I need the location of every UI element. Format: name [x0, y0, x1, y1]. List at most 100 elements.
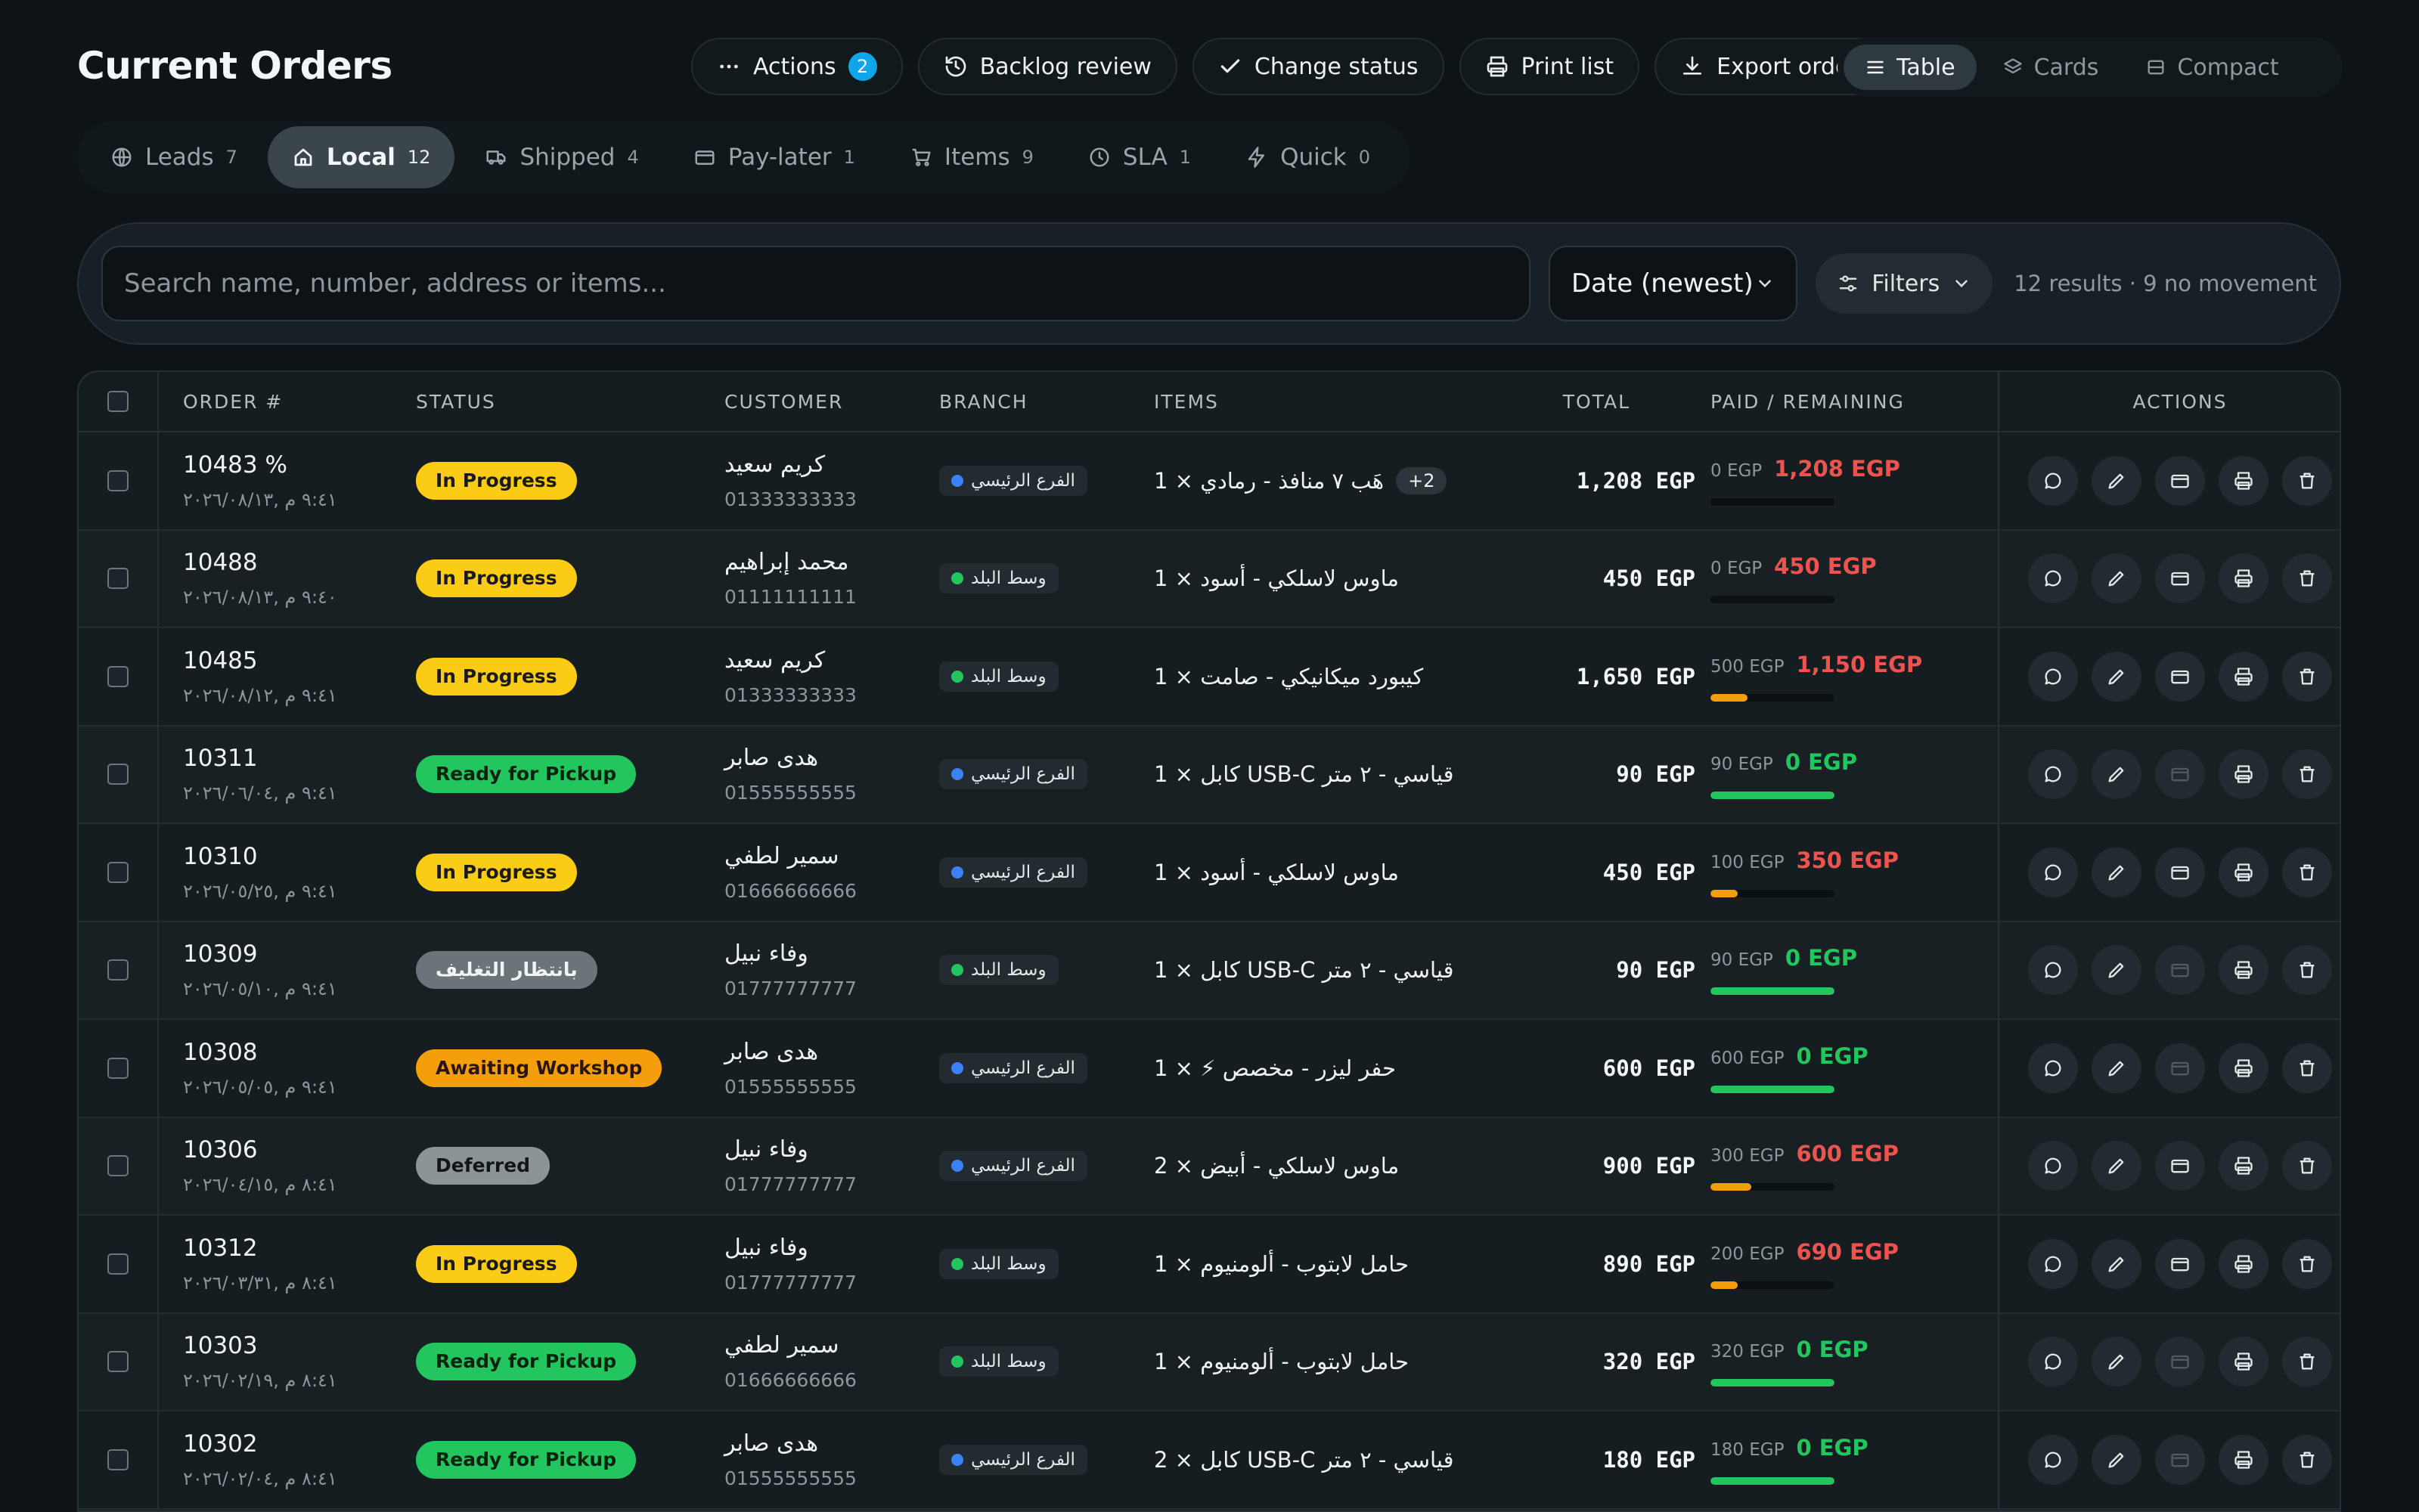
- print-button[interactable]: [2219, 945, 2269, 996]
- edit-button[interactable]: [2092, 651, 2141, 702]
- delete-button[interactable]: [2282, 847, 2332, 897]
- edit-button[interactable]: [2092, 749, 2141, 800]
- payment-button[interactable]: [2155, 651, 2205, 702]
- row-checkbox[interactable]: [107, 1351, 129, 1373]
- customer-phone[interactable]: 01666666666: [724, 1369, 857, 1391]
- payment-button[interactable]: [2155, 553, 2205, 604]
- tab-local[interactable]: Local 12: [267, 126, 455, 188]
- message-button[interactable]: [2028, 1043, 2078, 1093]
- payment-button[interactable]: [2155, 1337, 2205, 1387]
- tab-pay-later[interactable]: Pay-later 1: [669, 126, 879, 188]
- status-badge[interactable]: Ready for Pickup: [416, 1343, 637, 1381]
- table-row[interactable]: 10303 ٨:٤١ م ,٢٠٢٦/٠٢/١٩ Ready for Picku…: [79, 1313, 2340, 1411]
- header-order[interactable]: ORDER #: [183, 372, 283, 431]
- customer-phone[interactable]: 01333333333: [724, 488, 857, 510]
- table-row[interactable]: 10310 ٩:٤١ م ,٢٠٢٦/٠٥/٢٥ In Progress سمي…: [79, 824, 2340, 922]
- edit-button[interactable]: [2092, 945, 2141, 996]
- header-items[interactable]: ITEMS: [1154, 372, 1219, 431]
- row-checkbox[interactable]: [107, 469, 129, 491]
- table-row[interactable]: 10485 ٩:٤١ م ,٢٠٢٦/٠٨/١٢ In Progress كري…: [79, 628, 2340, 727]
- tab-leads[interactable]: Leads 7: [86, 126, 262, 188]
- row-checkbox[interactable]: [107, 1253, 129, 1275]
- customer-phone[interactable]: 01777777777: [724, 1173, 857, 1195]
- table-row[interactable]: 10483 % ٩:٤١ م ,٢٠٢٦/٠٨/١٣ In Progress ك…: [79, 432, 2340, 531]
- print-button[interactable]: [2219, 749, 2269, 800]
- tab-items[interactable]: Items 9: [885, 126, 1058, 188]
- delete-button[interactable]: [2282, 553, 2332, 604]
- customer-phone[interactable]: 01777777777: [724, 1272, 857, 1294]
- print-button[interactable]: [2219, 553, 2269, 604]
- customer-phone[interactable]: 01555555555: [724, 1076, 857, 1098]
- status-badge[interactable]: In Progress: [416, 657, 577, 696]
- header-status[interactable]: STATUS: [416, 372, 496, 431]
- edit-button[interactable]: [2092, 553, 2141, 604]
- backlog-review-button[interactable]: Backlog review: [917, 38, 1177, 95]
- print-list-button[interactable]: Print list: [1459, 38, 1640, 95]
- row-checkbox[interactable]: [107, 959, 129, 981]
- delete-button[interactable]: [2282, 1238, 2332, 1289]
- payment-button[interactable]: [2155, 749, 2205, 800]
- status-badge[interactable]: Ready for Pickup: [416, 755, 637, 794]
- header-customer[interactable]: CUSTOMER: [724, 372, 843, 431]
- row-checkbox[interactable]: [107, 1057, 129, 1079]
- print-button[interactable]: [2219, 455, 2269, 506]
- row-checkbox[interactable]: [107, 1155, 129, 1177]
- edit-button[interactable]: [2092, 1141, 2141, 1191]
- message-button[interactable]: [2028, 651, 2078, 702]
- order-number[interactable]: 10308: [183, 1039, 337, 1066]
- row-checkbox[interactable]: [107, 1448, 129, 1470]
- more-items-badge[interactable]: +2: [1396, 466, 1447, 494]
- customer-phone[interactable]: 01333333333: [724, 684, 857, 706]
- header-branch[interactable]: BRANCH: [939, 372, 1028, 431]
- message-button[interactable]: [2028, 1238, 2078, 1289]
- status-badge[interactable]: Awaiting Workshop: [416, 1049, 662, 1087]
- actions-button[interactable]: Actions 2: [691, 38, 903, 95]
- tab-quick[interactable]: Quick 0: [1221, 126, 1394, 188]
- payment-button[interactable]: [2155, 455, 2205, 506]
- view-cards-button[interactable]: Cards: [1981, 45, 2120, 90]
- payment-button[interactable]: [2155, 1141, 2205, 1191]
- status-badge[interactable]: Ready for Pickup: [416, 1440, 637, 1479]
- delete-button[interactable]: [2282, 651, 2332, 702]
- tab-sla[interactable]: SLA 1: [1064, 126, 1215, 188]
- print-button[interactable]: [2219, 1238, 2269, 1289]
- delete-button[interactable]: [2282, 1043, 2332, 1093]
- status-badge[interactable]: In Progress: [416, 853, 577, 891]
- message-button[interactable]: [2028, 749, 2078, 800]
- order-number[interactable]: 10302: [183, 1430, 337, 1458]
- order-number[interactable]: 10303: [183, 1332, 337, 1359]
- order-number[interactable]: 10306: [183, 1136, 337, 1163]
- delete-button[interactable]: [2282, 749, 2332, 800]
- edit-button[interactable]: [2092, 1043, 2141, 1093]
- customer-phone[interactable]: 01111111111: [724, 586, 857, 608]
- print-button[interactable]: [2219, 1434, 2269, 1485]
- print-button[interactable]: [2219, 1337, 2269, 1387]
- edit-button[interactable]: [2092, 1238, 2141, 1289]
- message-button[interactable]: [2028, 847, 2078, 897]
- filters-button[interactable]: Filters: [1816, 253, 1993, 314]
- row-checkbox[interactable]: [107, 568, 129, 590]
- select-all-checkbox[interactable]: [107, 391, 129, 412]
- delete-button[interactable]: [2282, 455, 2332, 506]
- delete-button[interactable]: [2282, 1141, 2332, 1191]
- search-input[interactable]: [101, 246, 1530, 321]
- customer-phone[interactable]: 01666666666: [724, 880, 857, 902]
- table-row[interactable]: 10302 ٨:٤١ م ,٢٠٢٦/٠٢/٠٤ Ready for Picku…: [79, 1411, 2340, 1510]
- payment-button[interactable]: [2155, 1238, 2205, 1289]
- print-button[interactable]: [2219, 847, 2269, 897]
- payment-button[interactable]: [2155, 847, 2205, 897]
- payment-button[interactable]: [2155, 945, 2205, 996]
- table-row[interactable]: 10309 ٩:٤١ م ,٢٠٢٦/٠٥/١٠ بانتظار التغليف…: [79, 922, 2340, 1020]
- customer-phone[interactable]: 01555555555: [724, 1467, 857, 1489]
- payment-button[interactable]: [2155, 1043, 2205, 1093]
- delete-button[interactable]: [2282, 945, 2332, 996]
- message-button[interactable]: [2028, 553, 2078, 604]
- row-checkbox[interactable]: [107, 665, 129, 687]
- edit-button[interactable]: [2092, 455, 2141, 506]
- sort-select[interactable]: Date (newest): [1548, 246, 1798, 321]
- print-button[interactable]: [2219, 1043, 2269, 1093]
- message-button[interactable]: [2028, 1141, 2078, 1191]
- change-status-button[interactable]: Change status: [1192, 38, 1444, 95]
- status-badge[interactable]: In Progress: [416, 461, 577, 500]
- view-compact-button[interactable]: Compact: [2124, 45, 2300, 90]
